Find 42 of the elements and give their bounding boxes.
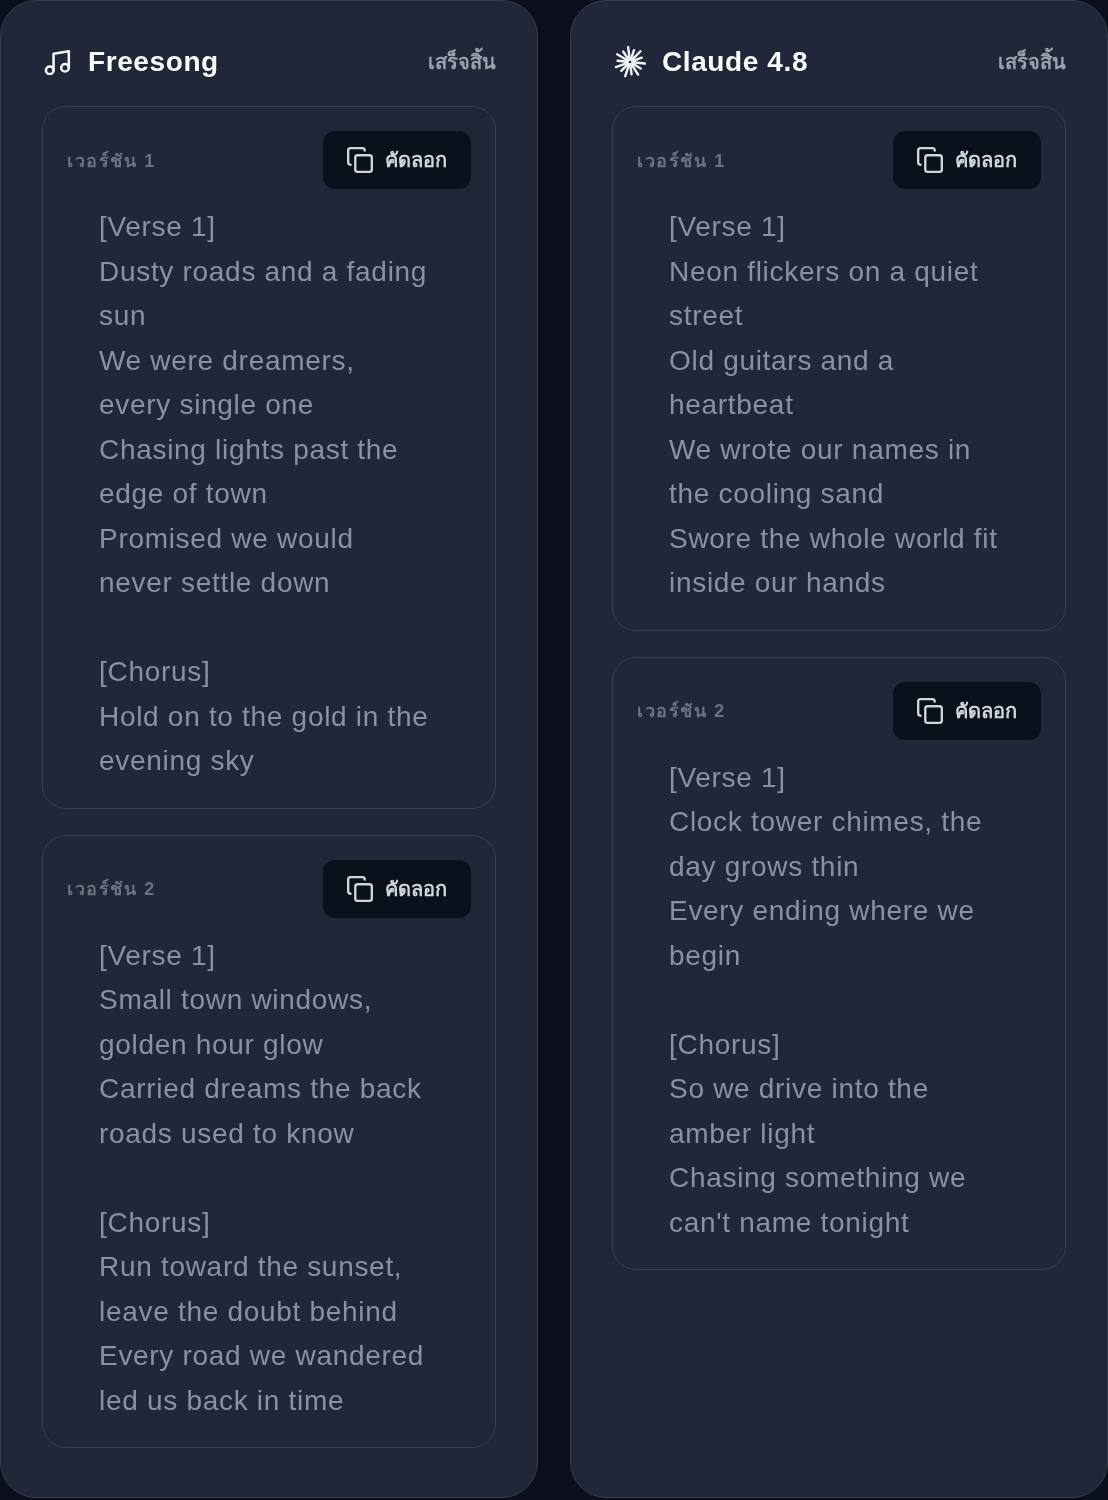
copy-button[interactable]: คัดลอก [323,131,471,189]
copy-button[interactable]: คัดลอก [893,131,1041,189]
copy-button[interactable]: คัดลอก [323,859,471,918]
lyric-line: Hold on to the gold in the evening sky [99,699,429,778]
status-label: เสร็จสิ้น [998,46,1066,78]
section-heading: [Chorus] [669,1027,782,1062]
section-heading: [Verse 1] [669,210,787,244]
lyric-line: Every road we wandered led us back in time [99,1339,426,1418]
lyric-line: Clock tower chimes, the day grows thin [669,805,984,884]
lyric-line: We wrote our names in the cooling sand [669,432,973,511]
panel-title: Claude 4.8 [662,46,809,78]
lyric-line: Old guitars and a heartbeat [669,343,896,422]
lyric-line: Small town windows, golden hour glow [99,983,374,1062]
version-label: เวอร์ชัน 1 [67,149,156,173]
lyric-line: Carried dreams the back roads used to know [99,1072,423,1151]
lyric-line: Dusty roads and a fading sun [99,254,429,333]
panel-title: Freesong [88,46,219,78]
lyric-line: Chasing something we can't name tonight [669,1161,968,1240]
lyric-line: Swore the whole world fit inside our hands [669,521,999,600]
lyric-line: Promised we would never settle down [99,521,355,600]
lyric-line: We were dreamers, every single one [99,343,356,422]
section-heading: [Chorus] [99,1205,212,1240]
copy-button[interactable]: คัดลอก [893,681,1041,740]
copy-icon [917,697,943,724]
lyric-line: Run toward the sunset, leave the doubt behind [99,1250,404,1329]
section-heading: [Verse 1] [99,938,217,973]
section-heading: [Verse 1] [669,760,787,795]
lyric-line: Chasing lights past the edge of town [99,432,400,511]
music-note-icon [44,49,72,75]
section-heading: [Chorus] [99,655,212,689]
lyric-line: Every ending where we begin [669,894,976,973]
copy-icon [347,147,373,173]
version-label: เวอร์ชัน 1 [637,149,726,173]
copy-icon [347,875,373,902]
version-label: เวอร์ชัน 2 [637,699,726,723]
section-heading: [Verse 1] [99,210,217,244]
copy-icon [917,147,943,173]
status-label: เสร็จสิ้น [428,46,496,78]
version-label: เวอร์ชัน 2 [67,877,156,901]
lyric-line: Neon flickers on a quiet street [669,254,980,333]
lyric-line: So we drive into the amber light [669,1072,930,1151]
sparkle-icon [614,46,646,78]
